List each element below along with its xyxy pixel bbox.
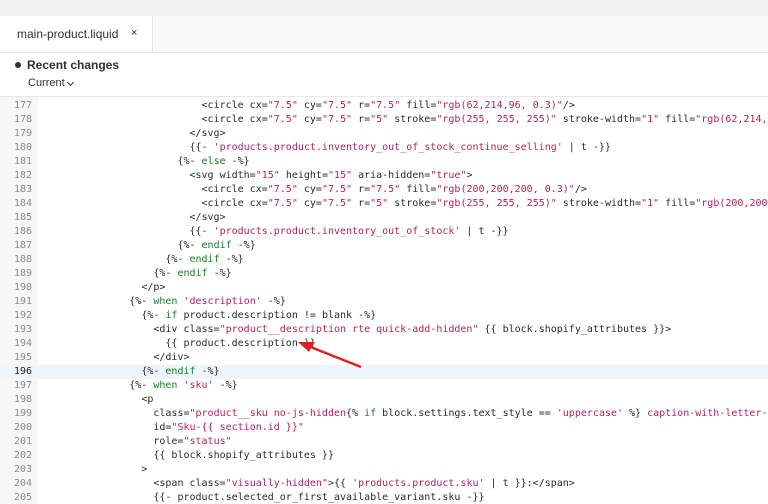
chevron-down-icon[interactable]: [66, 78, 75, 87]
unsaved-dot-icon: [15, 62, 21, 68]
tab-main-product-liquid[interactable]: main-product.liquid ×: [0, 16, 153, 52]
code-editor[interactable]: 177 <circle cx="7.5" cy="7.5" r="7.5" fil…: [0, 97, 768, 504]
window-top-bar: [0, 0, 768, 17]
version-select[interactable]: Current: [28, 77, 65, 89]
close-icon[interactable]: ×: [131, 27, 137, 39]
recent-changes-title: Recent changes: [27, 58, 120, 72]
annotation-arrow: [298, 342, 362, 369]
tab-label: main-product.liquid: [17, 27, 119, 41]
tab-bar: main-product.liquid ×: [0, 16, 768, 53]
recent-changes-panel: Recent changes Current: [0, 53, 768, 97]
